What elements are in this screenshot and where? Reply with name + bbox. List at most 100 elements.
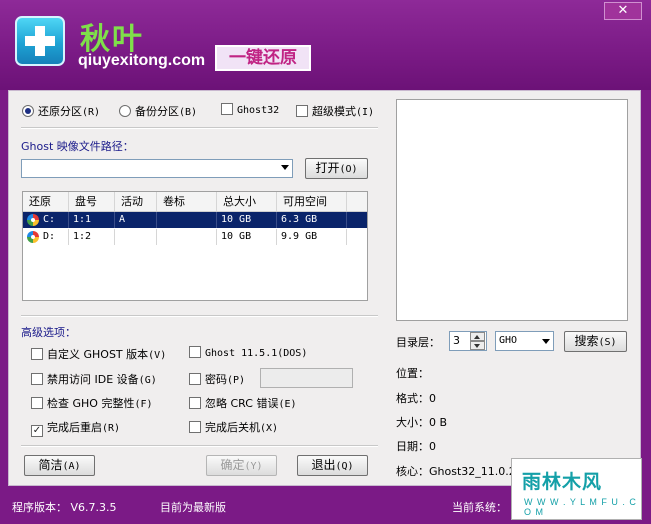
reboot-after-key: (R) [102, 423, 121, 434]
info-location: 位置： [396, 367, 429, 380]
status-latest: 目前为最新版 [160, 501, 226, 514]
shutdown-after-checkbox[interactable]: 完成后关机(X) [189, 419, 278, 435]
simple-button-label: 简洁 [38, 458, 63, 472]
password-box [189, 373, 201, 385]
partition-table[interactable]: 还原 盘号 活动 卷标 总大小 可用空间 C: 1:1 A 10 GB 6.3 … [22, 191, 368, 301]
password-key: (P) [227, 375, 246, 386]
cell-free: 6.3 GB [277, 212, 347, 228]
open-button[interactable]: 打开(O) [305, 158, 368, 179]
disable-ide-box [31, 373, 43, 385]
cell-drive: C: [23, 212, 69, 228]
chevron-down-icon[interactable] [281, 165, 289, 170]
ignore-crc-label: 忽略 CRC 错误 [205, 397, 279, 410]
column-header[interactable]: 总大小 [217, 192, 277, 211]
chevron-down-icon[interactable] [542, 339, 550, 344]
search-button[interactable]: 搜索(S) [564, 331, 627, 352]
super-mode-key: (I) [356, 107, 375, 118]
ok-button-label: 确定 [220, 458, 245, 472]
file-type-value: GHO [499, 335, 518, 346]
disable-ide-checkbox[interactable]: 禁用访问 IDE 设备(G) [31, 371, 157, 387]
info-format: 格式：0 [396, 392, 436, 405]
divider [21, 445, 378, 447]
title-bar: 秋叶 qiuyexitong.com 一键还原 ✕ [0, 0, 651, 90]
cell-active: A [115, 212, 157, 228]
shutdown-after-box [189, 421, 201, 433]
shutdown-after-key: (X) [260, 423, 279, 434]
search-button-key: (S) [598, 337, 617, 348]
search-button-label: 搜索 [574, 334, 599, 348]
column-header[interactable]: 还原 [23, 192, 69, 211]
super-mode-checkbox-box [296, 105, 308, 117]
column-header[interactable]: 卷标 [157, 192, 217, 211]
status-version: 程序版本： V6.7.3.5 [12, 501, 117, 514]
ok-button-key: (Y) [244, 461, 263, 472]
column-header[interactable]: 可用空间 [277, 192, 347, 211]
ghost-dos-label: Ghost 11.5.1(DOS) [205, 348, 308, 359]
column-header[interactable]: 活动 [115, 192, 157, 211]
custom-ghost-box [31, 348, 43, 360]
main-panel: 还原分区(R) 备份分区(B) Ghost32 超级模式(I) Ghost 映像… [8, 90, 641, 486]
watermark-main: 雨林木风 [522, 471, 603, 493]
watermark-sub: W W W . Y L M F U . C O M [524, 497, 637, 517]
password-checkbox[interactable]: 密码(P) [189, 371, 245, 387]
super-mode-label: 超级模式 [312, 105, 356, 118]
custom-ghost-label: 自定义 GHOST 版本 [47, 348, 149, 361]
divider [21, 315, 378, 317]
status-current-system: 当前系统： [452, 501, 507, 514]
simple-button-key: (A) [62, 461, 81, 472]
cell-total: 10 GB [217, 229, 277, 245]
info-size: 大小：0 B [396, 416, 448, 429]
open-button-label: 打开 [315, 161, 340, 175]
cell-label [157, 229, 217, 245]
column-header[interactable]: 盘号 [69, 192, 115, 211]
table-row[interactable]: D: 1:2 10 GB 9.9 GB [23, 229, 367, 245]
ignore-crc-box [189, 397, 201, 409]
check-gho-checkbox[interactable]: 检查 GHO 完整性(F) [31, 395, 153, 411]
open-button-key: (O) [339, 164, 358, 175]
password-input[interactable] [260, 368, 353, 388]
cell-total: 10 GB [217, 212, 277, 228]
super-mode-checkbox[interactable]: 超级模式(I) [296, 103, 374, 119]
cell-active [115, 229, 157, 245]
custom-ghost-checkbox[interactable]: 自定义 GHOST 版本(V) [31, 346, 166, 362]
backup-radio-label: 备份分区 [135, 105, 179, 118]
reboot-after-checkbox[interactable]: ✓ 完成后重启(R) [31, 419, 120, 437]
password-label: 密码 [205, 373, 227, 386]
ghost32-checkbox[interactable]: Ghost32 [221, 103, 279, 116]
reboot-after-label: 完成后重启 [47, 421, 102, 434]
cell-number: 1:2 [69, 229, 115, 245]
backup-radio-key: (B) [179, 107, 198, 118]
spin-up-icon[interactable] [470, 332, 485, 341]
restore-radio-key: (R) [82, 107, 101, 118]
ghost-dos-box [189, 346, 201, 358]
table-row[interactable]: C: 1:1 A 10 GB 6.3 GB [23, 212, 367, 228]
restore-radio[interactable]: 还原分区(R) [22, 103, 100, 119]
path-combobox[interactable] [21, 159, 293, 178]
exit-button[interactable]: 退出(Q) [297, 455, 368, 476]
watermark-logo: 雨林木风 W W W . Y L M F U . C O M [511, 458, 642, 520]
path-label: Ghost 映像文件路径： [21, 140, 134, 153]
cell-free: 9.9 GB [277, 229, 347, 245]
backup-radio[interactable]: 备份分区(B) [119, 103, 197, 119]
ghost-dos-checkbox[interactable]: Ghost 11.5.1(DOS) [189, 346, 307, 359]
table-header: 还原 盘号 活动 卷标 总大小 可用空间 [23, 192, 367, 212]
ok-button[interactable]: 确定(Y) [206, 455, 277, 476]
depth-spinner[interactable]: 3 [449, 331, 487, 351]
spin-down-icon[interactable] [470, 341, 485, 350]
depth-value: 3 [453, 334, 460, 347]
depth-label: 目录层： [396, 336, 440, 349]
ignore-crc-checkbox[interactable]: 忽略 CRC 错误(E) [189, 395, 297, 411]
cell-label [157, 212, 217, 228]
plus-logo-icon [15, 16, 65, 66]
check-gho-box [31, 397, 43, 409]
exit-button-label: 退出 [311, 458, 336, 472]
close-button[interactable]: ✕ [604, 2, 642, 20]
restore-radio-label: 还原分区 [38, 105, 82, 118]
simple-button[interactable]: 简洁(A) [24, 455, 95, 476]
disable-ide-label: 禁用访问 IDE 设备 [47, 373, 139, 386]
shutdown-after-label: 完成后关机 [205, 421, 260, 434]
custom-ghost-key: (V) [148, 350, 167, 361]
restore-radio-dot [22, 105, 34, 117]
file-type-select[interactable]: GHO [495, 331, 554, 351]
disable-ide-key: (G) [138, 375, 157, 386]
